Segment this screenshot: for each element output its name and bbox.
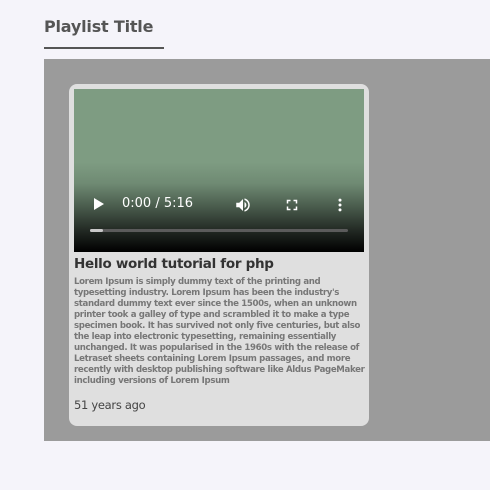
progress-played bbox=[90, 229, 103, 232]
video-title[interactable]: Hello world tutorial for php bbox=[74, 255, 364, 273]
video-player[interactable]: 0:00 / 5:16 bbox=[74, 89, 364, 252]
playlist-header: Playlist Title bbox=[44, 17, 164, 49]
progress-bar[interactable] bbox=[90, 229, 348, 232]
playlist-title: Playlist Title bbox=[44, 17, 154, 36]
video-gallery: 0:00 / 5:16 Hello world tutorial for php… bbox=[44, 59, 490, 441]
player-controls: 0:00 / 5:16 bbox=[74, 193, 364, 215]
title-underline bbox=[44, 47, 164, 49]
volume-icon[interactable] bbox=[234, 196, 252, 214]
video-card[interactable]: 0:00 / 5:16 Hello world tutorial for php… bbox=[69, 84, 369, 426]
play-icon[interactable] bbox=[94, 198, 104, 210]
page: Playlist Title 0:00 / 5:16 Hello world t… bbox=[0, 0, 490, 490]
time-display: 0:00 / 5:16 bbox=[122, 196, 194, 211]
video-age: 51 years ago bbox=[74, 398, 146, 412]
video-description: Lorem Ipsum is simply dummy text of the … bbox=[74, 277, 365, 386]
fullscreen-icon[interactable] bbox=[283, 196, 301, 214]
more-options-icon[interactable] bbox=[331, 196, 349, 214]
